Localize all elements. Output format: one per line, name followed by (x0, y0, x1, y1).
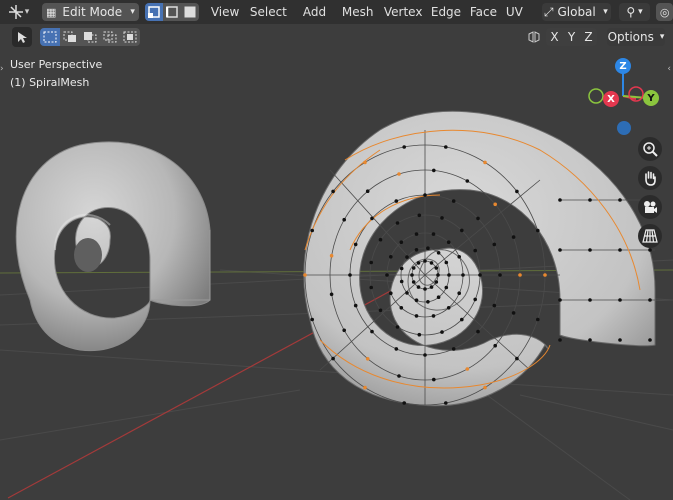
mode-icon: ▦ (46, 5, 57, 19)
camera-icon[interactable] (638, 195, 662, 219)
chevron-down-icon: ▾ (603, 7, 608, 17)
snap-icon[interactable]: ⚲ ▾ (618, 3, 651, 21)
gizmo-z-label: Z (619, 60, 627, 72)
left-sidebar-toggle[interactable]: › (0, 64, 4, 74)
navigation-gizmo[interactable]: Z X Y (586, 56, 666, 140)
mirror-z-label: Z (584, 30, 593, 44)
pan-hand-icon[interactable] (638, 166, 662, 190)
menu-edge[interactable]: Edge (431, 5, 470, 19)
tool-row: X Y Z Options ▾ (0, 24, 673, 50)
chevron-down-icon: ▾ (130, 7, 135, 17)
chevron-down-icon: ▾ (659, 32, 665, 42)
options-label: Options (607, 30, 654, 44)
select-intersect-icon[interactable] (120, 28, 140, 46)
menu-select[interactable]: Select (250, 5, 303, 19)
mode-label: Edit Mode (62, 5, 123, 19)
menu-add[interactable]: Add (303, 5, 342, 19)
gizmo-x-label: X (607, 93, 615, 105)
gizmo-z-icon[interactable]: Z (615, 58, 631, 74)
orientation-select[interactable]: ⤢ Global ▾ (541, 3, 611, 21)
face-select-icon[interactable] (180, 3, 199, 21)
orientation-icon: ⤢ (543, 4, 554, 19)
zoom-icon[interactable] (638, 137, 662, 161)
perspective-label: User Perspective (10, 58, 103, 71)
mirror-y-button[interactable]: Y (563, 28, 580, 46)
select-subtract-icon[interactable] (80, 28, 100, 46)
mirror-z-button[interactable]: Z (580, 28, 597, 46)
3d-viewport[interactable] (0, 0, 673, 500)
menu-mesh[interactable]: Mesh (342, 5, 384, 19)
object-label: (1) SpiralMesh (10, 76, 90, 89)
grid-perspective-icon[interactable] (638, 224, 662, 248)
mirror-x-button[interactable]: X (546, 28, 563, 46)
header-bar: ▾ ▦ Edit Mode ▾ View Select Add Mesh Ver… (0, 0, 673, 24)
gizmo-y-icon[interactable]: Y (643, 90, 659, 106)
edge-select-icon[interactable] (162, 3, 181, 21)
mode-select[interactable]: ▦ Edit Mode ▾ (42, 3, 139, 21)
proportional-edit-icon[interactable]: ◎ (656, 3, 673, 21)
select-invert-icon[interactable] (100, 28, 120, 46)
dropdown-icon[interactable]: ▾ (25, 7, 34, 17)
orientation-label: Global (557, 5, 596, 19)
menu-uv[interactable]: UV (506, 5, 534, 19)
left-spiral-mesh (15, 141, 211, 352)
mirror-icon[interactable] (524, 28, 544, 46)
menu-vertex[interactable]: Vertex (384, 5, 431, 19)
transform-pivot-icon[interactable] (8, 3, 25, 21)
mirror-y-label: Y (567, 30, 576, 44)
right-spiral-mesh (300, 110, 656, 407)
select-extend-icon[interactable] (60, 28, 80, 46)
menu-view[interactable]: View (211, 5, 250, 19)
options-button[interactable]: Options ▾ (607, 28, 665, 46)
select-box-icon[interactable] (40, 28, 60, 46)
menu-face[interactable]: Face (470, 5, 506, 19)
gizmo-y-label: Y (647, 92, 655, 104)
gizmo-x-icon[interactable]: X (603, 91, 619, 107)
mirror-x-label: X (550, 30, 559, 44)
select-tool-icon[interactable] (12, 27, 32, 47)
right-sidebar-toggle[interactable]: ‹ (667, 64, 671, 74)
vertex-select-icon[interactable] (144, 3, 163, 21)
